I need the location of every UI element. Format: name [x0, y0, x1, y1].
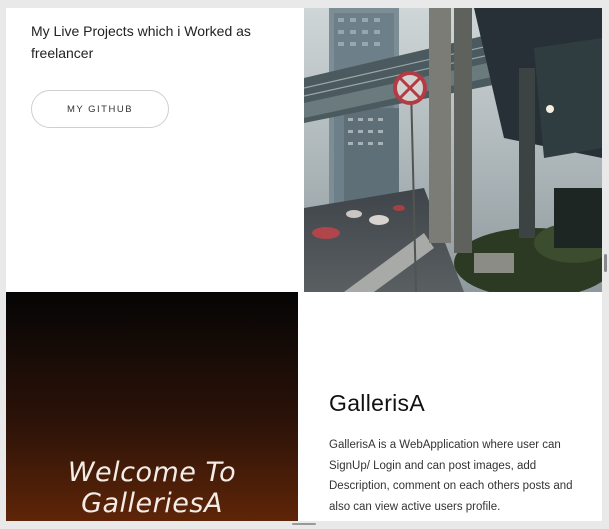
project-description: GallerisA is a WebApplication where user…: [329, 439, 573, 514]
project-title: GallerisA: [329, 390, 426, 416]
scrollbar-thumb[interactable]: [604, 254, 607, 272]
welcome-title-line2: GalleriesA: [81, 488, 223, 519]
welcome-title-line1: Welcome To: [67, 457, 237, 488]
welcome-card: Welcome To GalleriesA: [6, 292, 298, 521]
welcome-title: Welcome To GalleriesA: [6, 457, 298, 519]
portfolio-page: My Live Projects which i Worked as freel…: [6, 8, 602, 521]
street-photo-illustration: [304, 8, 602, 292]
projects-intro: My Live Projects which i Worked as freel…: [6, 8, 303, 292]
viewport: My Live Projects which i Worked as freel…: [0, 0, 609, 529]
my-github-button[interactable]: MY GITHUB: [31, 90, 169, 128]
city-street-photo: [304, 8, 602, 292]
project-card: GallerisA GallerisA is a WebApplication …: [304, 292, 602, 521]
intro-text: My Live Projects which i Worked as freel…: [31, 23, 251, 61]
bottom-resize-handle[interactable]: [292, 523, 316, 525]
